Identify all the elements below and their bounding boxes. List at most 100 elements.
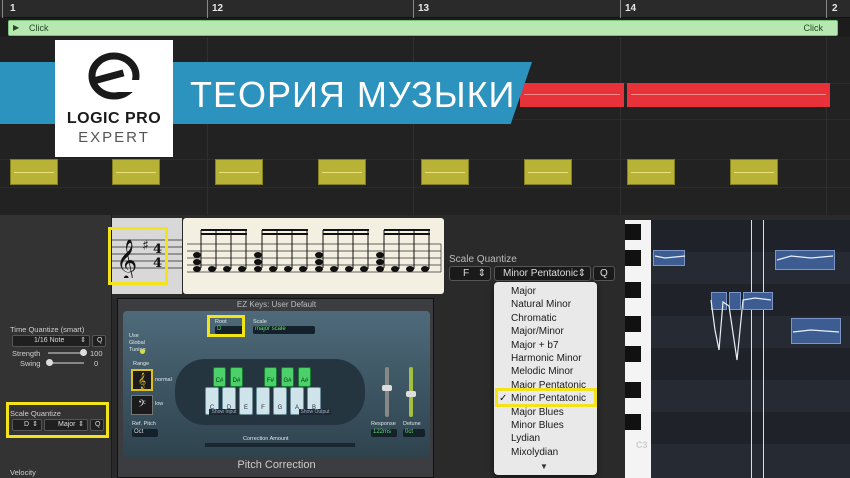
red-midi-region[interactable] xyxy=(520,83,624,107)
scale-quantize-label-2: Scale Quantize xyxy=(449,254,517,265)
score-view[interactable] xyxy=(183,218,444,294)
bass-range-button[interactable]: 𝄢 xyxy=(131,395,153,415)
scale-dropdown-menu[interactable]: Major Natural Minor Chromatic Major/Minor Ma… xyxy=(494,282,597,475)
menu-item[interactable]: Major/Minor xyxy=(494,325,597,338)
midi-note[interactable] xyxy=(421,159,469,185)
response-value[interactable]: 122ms xyxy=(371,429,397,437)
detune-value[interactable]: 0ct xyxy=(403,429,425,437)
show-input-button[interactable]: Show Input xyxy=(209,409,239,415)
midi-note[interactable] xyxy=(10,159,58,185)
region-inspector: Time Quantize (smart) 1/16 Note ⇕ Q Stre… xyxy=(0,215,112,478)
notehead xyxy=(193,259,201,265)
white-key[interactable]: E xyxy=(239,387,253,415)
scale-quantize-q-button-2[interactable]: Q xyxy=(593,266,615,281)
scale-label: Scale xyxy=(253,319,267,325)
black-key[interactable] xyxy=(625,414,641,430)
strength-knob[interactable] xyxy=(80,349,87,356)
notation-staff xyxy=(187,229,442,273)
active-black-key[interactable]: F# xyxy=(264,367,277,387)
time-quantize-q-button[interactable]: Q xyxy=(92,335,106,347)
note-beam xyxy=(384,229,430,235)
scroll-down-arrow-icon[interactable]: ▼ xyxy=(540,462,548,471)
detune-label: Detune xyxy=(403,421,421,427)
strength-label: Strength xyxy=(12,349,41,358)
pitch-correction-plugin[interactable]: EZ Keys: User Default Use Global Tuning … xyxy=(117,298,434,478)
active-black-key[interactable]: G# xyxy=(281,367,294,387)
swing-slider[interactable] xyxy=(48,362,84,364)
midi-note[interactable] xyxy=(318,159,366,185)
pitch-curves xyxy=(654,255,840,361)
active-black-key[interactable]: A# xyxy=(298,367,311,387)
show-output-button[interactable]: Show Output xyxy=(299,409,331,415)
note-beam xyxy=(262,229,308,235)
click-region[interactable]: ▶ Click Click xyxy=(8,20,838,36)
time-quantize-label: Time Quantize (smart) xyxy=(10,325,85,334)
response-knob[interactable] xyxy=(382,385,392,391)
region-play-icon: ▶ xyxy=(13,23,20,32)
menu-item[interactable]: Harmonic Minor xyxy=(494,352,597,365)
response-slider[interactable] xyxy=(385,367,389,417)
notehead xyxy=(376,252,384,258)
notehead xyxy=(208,266,216,272)
menu-item[interactable]: Major Blues xyxy=(494,406,597,419)
c3-label: C3 xyxy=(636,440,648,450)
black-key[interactable] xyxy=(625,316,641,332)
midi-note[interactable] xyxy=(215,159,263,185)
menu-item[interactable]: Major xyxy=(494,285,597,298)
strength-value: 100 xyxy=(90,349,103,358)
note-beam xyxy=(323,229,369,235)
bar-tick xyxy=(620,0,621,18)
range-label: Range xyxy=(133,361,150,367)
white-key[interactable]: F xyxy=(256,387,270,415)
notehead xyxy=(345,266,353,272)
midi-note[interactable] xyxy=(627,159,675,185)
ref-pitch-value[interactable]: Oct xyxy=(132,429,158,437)
notehead xyxy=(269,266,277,272)
notehead xyxy=(391,266,399,272)
banner-title: ТЕОРИЯ МУЗЫКИ xyxy=(190,74,516,115)
scale-select[interactable]: major scale xyxy=(253,326,315,334)
region-label-left: Click xyxy=(29,23,49,33)
note-beam xyxy=(201,229,247,235)
midi-note[interactable] xyxy=(524,159,572,185)
midi-note[interactable] xyxy=(730,159,778,185)
detune-knob[interactable] xyxy=(406,391,416,397)
flex-pitch-editor[interactable] xyxy=(651,220,850,478)
menu-item[interactable]: Chromatic xyxy=(494,312,597,325)
logo-e-icon xyxy=(88,52,140,100)
black-key[interactable] xyxy=(625,250,641,266)
menu-item[interactable]: Natural Minor xyxy=(494,298,597,311)
active-black-key[interactable]: C# xyxy=(213,367,226,387)
use-global-tuning-toggle[interactable] xyxy=(140,349,145,354)
treble-range-button[interactable]: 𝄞 xyxy=(131,369,153,391)
red-midi-region[interactable] xyxy=(627,83,830,107)
timeline-ruler[interactable]: 1 12 13 14 2 xyxy=(0,0,850,18)
black-key[interactable] xyxy=(625,282,641,298)
menu-item[interactable]: Melodic Minor xyxy=(494,365,597,378)
midi-note[interactable] xyxy=(112,159,160,185)
black-key[interactable] xyxy=(625,382,641,398)
strength-slider[interactable] xyxy=(48,352,84,354)
time-quantize-select[interactable]: 1/16 Note ⇕ xyxy=(12,335,90,347)
correction-amount-label: Correction Amount xyxy=(243,436,289,442)
bar-number: 14 xyxy=(625,3,637,14)
notehead xyxy=(238,266,246,272)
lane-divider xyxy=(0,187,850,188)
bar-tick xyxy=(207,0,208,18)
pitch-keyboard[interactable]: C D E F G A B C# D# F# G# A# xyxy=(205,367,335,415)
black-key[interactable] xyxy=(625,346,641,362)
black-key[interactable] xyxy=(625,224,641,240)
menu-item[interactable]: Mixolydian xyxy=(494,446,597,459)
velocity-label: Velocity xyxy=(10,468,36,477)
white-key[interactable]: G xyxy=(273,387,287,415)
menu-item[interactable]: Minor Blues xyxy=(494,419,597,432)
key-signature-highlight xyxy=(108,227,168,285)
menu-item[interactable]: Major + b7 xyxy=(494,339,597,352)
scale-root-select-2[interactable]: F ⇕ xyxy=(449,266,491,281)
notehead xyxy=(360,266,368,272)
notehead xyxy=(406,266,414,272)
swing-knob[interactable] xyxy=(46,359,53,366)
menu-item[interactable]: Lydian xyxy=(494,432,597,445)
scale-type-select-2[interactable]: Minor Pentatonic ⇕ xyxy=(494,266,591,281)
active-black-key[interactable]: D# xyxy=(230,367,243,387)
